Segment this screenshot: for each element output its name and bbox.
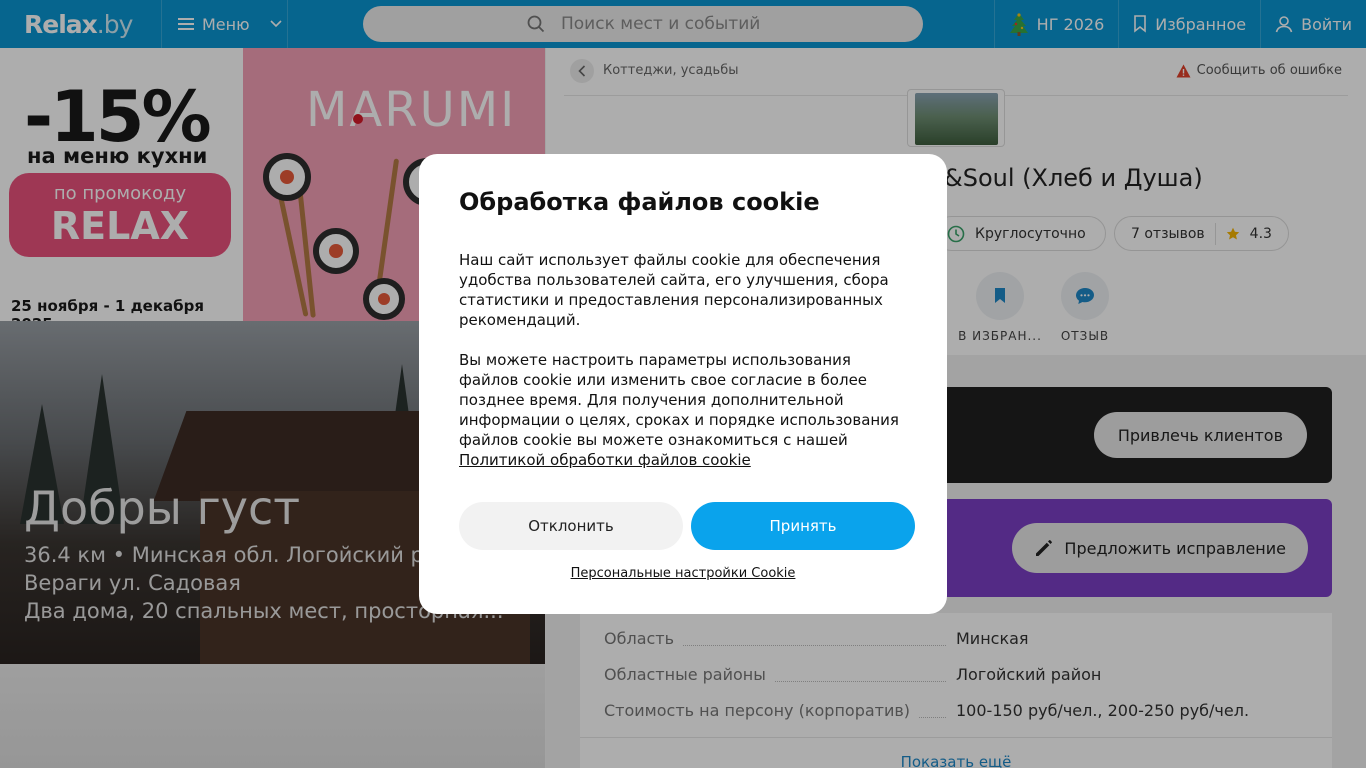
cookie-dialog: Обработка файлов cookie Наш сайт использ…: [419, 154, 947, 614]
cookie-paragraph: Вы можете настроить параметры использова…: [459, 351, 899, 449]
cookie-dialog-title: Обработка файлов cookie: [459, 188, 820, 216]
cookie-settings-link[interactable]: Персональные настройки Cookie: [419, 566, 947, 581]
cookie-policy-link[interactable]: Политикой обработки файлов cookie: [459, 451, 751, 469]
decline-label: Отклонить: [528, 517, 614, 535]
accept-button[interactable]: Принять: [691, 502, 915, 550]
cookie-dialog-body: Наш сайт использует файлы cookie для обе…: [459, 250, 909, 470]
decline-button[interactable]: Отклонить: [459, 502, 683, 550]
cookie-paragraph: Наш сайт использует файлы cookie для обе…: [459, 251, 889, 329]
accept-label: Принять: [769, 517, 837, 535]
